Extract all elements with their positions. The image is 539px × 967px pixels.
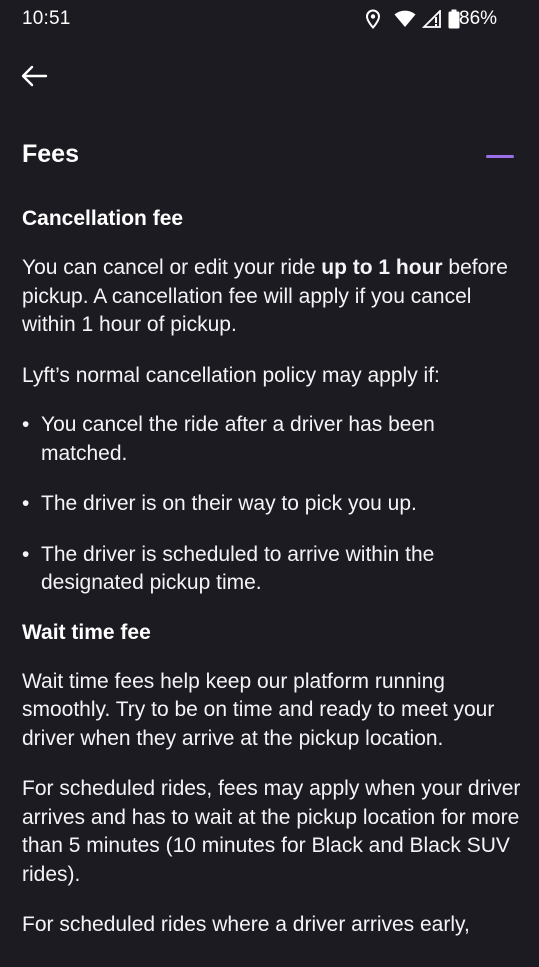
bullet-dot: • (22, 542, 30, 566)
list-item-text: The driver is scheduled to arrive within… (41, 542, 435, 595)
back-button[interactable] (14, 58, 54, 98)
status-time: 10:51 (22, 8, 71, 29)
wait-time-paragraph-2: For scheduled rides, fees may apply when… (22, 777, 521, 886)
fees-content: Cancellation fee You can cancel or edit … (22, 204, 522, 940)
wait-time-paragraph-1: Wait time fees help keep our platform ru… (22, 669, 495, 750)
list-item-text: You cancel the ride after a driver has b… (41, 413, 435, 465)
cancellation-paragraph-2: Lyft’s normal cancellation policy may ap… (22, 363, 440, 387)
cancellation-fee-heading: Cancellation fee (22, 207, 184, 230)
wifi-icon (394, 10, 416, 28)
arrow-left-icon (20, 65, 48, 92)
list-item-text: The driver is on their way to pick you u… (41, 492, 417, 515)
bullet-dot: • (22, 492, 30, 515)
cancellation-policy-list: • You cancel the ride after a driver has… (22, 411, 522, 598)
cancellation-p1-text: You can cancel or edit your ride (22, 256, 322, 279)
signal-icon (422, 10, 442, 28)
cancellation-paragraph-1: You can cancel or edit your ride up to 1… (22, 254, 522, 340)
section-title: Fees (22, 140, 79, 168)
list-item: • The driver is on their way to pick you… (22, 490, 522, 519)
wait-time-paragraph-3: For scheduled rides where a driver arriv… (22, 913, 470, 936)
battery-percentage: 86% (459, 8, 498, 29)
wait-time-fee-heading: Wait time fee (22, 620, 151, 644)
collapse-section-button[interactable] (480, 144, 520, 168)
cancellation-p1-bold: up to 1 hour (321, 256, 443, 279)
bullet-dot: • (22, 413, 30, 436)
status-bar: 10:51 86% (0, 0, 539, 38)
list-item: • The driver is scheduled to arrive with… (22, 541, 522, 598)
list-item: • You cancel the ride after a driver has… (22, 411, 522, 468)
status-icons (364, 8, 460, 30)
location-icon (364, 9, 382, 29)
fees-screen: 10:51 86% Fees Cancellation fee You can … (0, 0, 539, 967)
minus-icon (486, 154, 514, 158)
